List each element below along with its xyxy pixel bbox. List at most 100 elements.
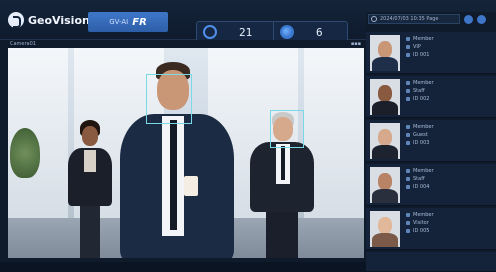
card-id: ID 001	[413, 52, 430, 58]
id-icon	[406, 53, 410, 57]
group-icon	[406, 45, 410, 49]
card-meta: Member Guest ID 003	[406, 123, 492, 147]
search-field[interactable]: 2024/07/03 10:35 Page	[368, 14, 460, 24]
card-name: Member	[413, 212, 434, 218]
legs	[266, 212, 298, 258]
card-name: Member	[413, 124, 434, 130]
card-group: Staff	[413, 176, 425, 182]
live-video-feed[interactable]	[8, 48, 364, 258]
card-row: Member	[406, 211, 492, 219]
search-text: 2024/07/03 10:35 Page	[380, 16, 439, 22]
card-row: ID 005	[406, 227, 492, 235]
app-badge[interactable]: GV-AI FR	[88, 12, 168, 32]
user-icon	[406, 169, 410, 173]
card-row: ID 002	[406, 95, 492, 103]
photo-body	[372, 145, 398, 159]
card-row: Guest	[406, 131, 492, 139]
face-count: 21	[239, 25, 253, 39]
face-detection-box[interactable]	[270, 110, 304, 148]
group-icon	[406, 221, 410, 225]
user-icon	[406, 81, 410, 85]
photo-body	[372, 101, 398, 115]
face-counter[interactable]: 21	[197, 22, 273, 42]
settings-icon[interactable]	[464, 14, 473, 24]
card-row: Member	[406, 35, 492, 43]
bottom-strip	[0, 262, 366, 272]
legs	[80, 206, 100, 258]
list-item[interactable]: Member VIP ID 001	[366, 32, 496, 74]
user-icon	[406, 37, 410, 41]
globe-counter[interactable]: 6	[273, 22, 349, 42]
card-id: ID 002	[413, 96, 430, 102]
face-photo	[370, 79, 400, 115]
face-photo	[370, 35, 400, 71]
user-icon	[406, 213, 410, 217]
card-id: ID 005	[413, 228, 430, 234]
card-meta: Member Staff ID 002	[406, 79, 492, 103]
card-row: Member	[406, 167, 492, 175]
card-id: ID 003	[413, 140, 430, 146]
card-row: VIP	[406, 43, 492, 51]
refresh-icon[interactable]	[477, 14, 486, 24]
video-status-icon: ▪▪▪	[350, 41, 361, 47]
photo-body	[372, 189, 398, 203]
face-icon	[203, 25, 217, 39]
photo-head	[378, 217, 392, 234]
head	[82, 126, 98, 146]
card-group: Guest	[413, 132, 428, 138]
brand-name: GeoVision	[28, 13, 90, 27]
list-item[interactable]: Member Guest ID 003	[366, 120, 496, 162]
card-name: Member	[413, 80, 434, 86]
card-row: Member	[406, 123, 492, 131]
shirt	[84, 150, 96, 172]
list-item[interactable]: Member Staff ID 004	[366, 164, 496, 206]
photo-body	[372, 57, 398, 71]
id-icon	[406, 141, 410, 145]
tie	[281, 146, 285, 180]
geovision-logo-icon	[8, 12, 24, 28]
id-icon	[406, 97, 410, 101]
tie	[170, 120, 177, 230]
card-meta: Member Staff ID 004	[406, 167, 492, 191]
card-row: Visitor	[406, 219, 492, 227]
list-item[interactable]: Member Staff ID 002	[366, 76, 496, 118]
card-row: Member	[406, 79, 492, 87]
card-group: Staff	[413, 88, 425, 94]
globe-icon	[280, 25, 294, 39]
id-icon	[406, 229, 410, 233]
photo-head	[378, 85, 392, 102]
person-left	[60, 120, 120, 258]
app-badge-prefix: GV-AI	[109, 18, 129, 26]
card-row: Staff	[406, 175, 492, 183]
app-badge-title: FR	[132, 16, 147, 28]
face-detection-box[interactable]	[146, 74, 192, 124]
card-name: Member	[413, 168, 434, 174]
globe-count: 6	[316, 25, 323, 39]
card-row: ID 004	[406, 183, 492, 191]
group-icon	[406, 89, 410, 93]
photo-head	[378, 173, 392, 190]
face-photo	[370, 211, 400, 247]
app-window: GeoVision GV-AI FR 21 6 Camera01 ▪▪▪ 202…	[0, 0, 496, 272]
card-id: ID 004	[413, 184, 430, 190]
list-item[interactable]	[366, 252, 496, 272]
face-photo	[370, 123, 400, 159]
user-icon	[406, 125, 410, 129]
coffee-cup	[184, 176, 198, 196]
card-row: ID 001	[406, 51, 492, 59]
card-meta: Member Visitor ID 005	[406, 211, 492, 235]
plant	[10, 128, 40, 178]
group-icon	[406, 133, 410, 137]
card-row: ID 003	[406, 139, 492, 147]
card-name: Member	[413, 36, 434, 42]
face-photo	[370, 167, 400, 203]
brand: GeoVision	[8, 11, 90, 29]
card-row: Staff	[406, 87, 492, 95]
video-label: Camera01	[10, 41, 36, 47]
recognition-panel: 2024/07/03 10:35 Page Member VIP ID 001	[366, 12, 496, 272]
card-group: VIP	[413, 44, 421, 50]
photo-head	[378, 41, 392, 58]
card-group: Visitor	[413, 220, 429, 226]
list-item[interactable]: Member Visitor ID 005	[366, 208, 496, 250]
group-icon	[406, 177, 410, 181]
